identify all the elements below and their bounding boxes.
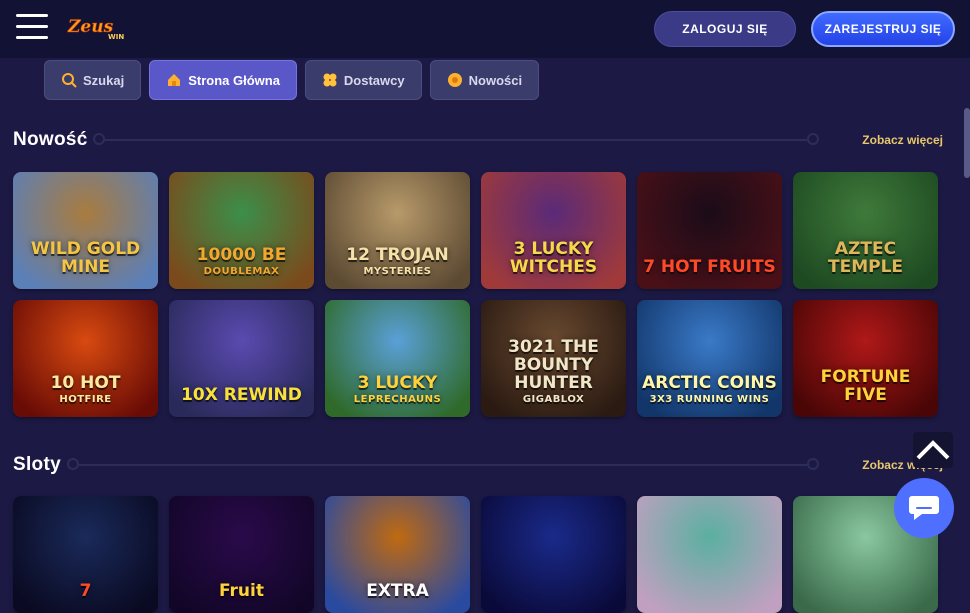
- clover-icon: [323, 73, 337, 87]
- game-subtitle: 3X3 RUNNING WINS: [649, 393, 770, 405]
- chat-button[interactable]: [894, 478, 954, 538]
- game-title: WILD GOLD MINE: [30, 239, 141, 278]
- game-title: 3 LUCKY WITCHES: [509, 239, 598, 278]
- game-title: 10X REWIND: [181, 385, 302, 406]
- game-tile[interactable]: 7 HOT FRUITS: [637, 172, 782, 289]
- section-title: Nowość: [13, 129, 88, 150]
- game-title: ARCTIC COINS 3X3 RUNNING WINS: [642, 372, 777, 405]
- game-subtitle: MYSTERIES: [363, 265, 432, 277]
- see-more-link[interactable]: Zobacz więcej: [862, 133, 943, 147]
- game-tile[interactable]: 10000 BE DOUBLEMAX: [169, 172, 314, 289]
- game-title: AZTEC TEMPLE: [827, 239, 904, 278]
- game-tile[interactable]: [481, 496, 626, 613]
- scrollbar[interactable]: [964, 108, 970, 178]
- section-header-new: Nowość Zobacz więcej: [13, 128, 943, 152]
- tab-label: Strona Główna: [188, 72, 280, 88]
- scroll-to-top-button[interactable]: [913, 432, 953, 468]
- game-tile[interactable]: EXTRA: [325, 496, 470, 613]
- search-icon: [62, 73, 77, 88]
- register-button[interactable]: ZAREJESTRUJ SIĘ: [811, 11, 955, 47]
- home-icon: [168, 74, 181, 86]
- game-tile[interactable]: [637, 496, 782, 613]
- game-title: 7: [79, 581, 92, 602]
- game-tile[interactable]: FORTUNE FIVE: [793, 300, 938, 417]
- zeus-win-logo[interactable]: Zeus WIN: [66, 14, 136, 42]
- game-subtitle: HOTFIRE: [59, 393, 112, 405]
- game-title: FORTUNE FIVE: [820, 367, 911, 406]
- game-title: EXTRA: [366, 581, 429, 602]
- tab-label: Dostawcy: [343, 72, 405, 88]
- game-grid-new: WILD GOLD MINE 10000 BE DOUBLEMAX 12 TROJAN…: [13, 172, 938, 417]
- game-tile[interactable]: 10X REWIND: [169, 300, 314, 417]
- slider-dot: [67, 458, 79, 470]
- game-grid-slots: 7 Fruit EXTRA: [13, 496, 938, 613]
- tab-label: Nowości: [468, 72, 523, 88]
- divider: [105, 139, 807, 141]
- game-tile[interactable]: 10 HOT HOTFIRE: [13, 300, 158, 417]
- category-tabs: Szukaj Strona Główna Dostawcy Nowości: [44, 60, 540, 100]
- game-tile[interactable]: Fruit: [169, 496, 314, 613]
- game-title: 7 HOT FRUITS: [643, 257, 776, 278]
- game-title: 3 LUCKY LEPRECHAUNS: [329, 374, 466, 405]
- tab-providers[interactable]: Dostawcy: [304, 60, 422, 100]
- game-tile[interactable]: ARCTIC COINS 3X3 RUNNING WINS: [637, 300, 782, 417]
- slider-dot: [807, 133, 819, 145]
- game-title: 3021 THE BOUNTY HUNTER GIGABLOX: [485, 338, 622, 405]
- svg-text:WIN: WIN: [108, 33, 124, 41]
- tab-search[interactable]: Szukaj: [44, 60, 142, 100]
- top-header: Zeus WIN ZALOGUJ SIĘ ZAREJESTRUJ SIĘ: [0, 0, 970, 58]
- section-header-slots: Sloty Zobacz więcej: [13, 453, 943, 477]
- tab-home[interactable]: Strona Główna: [149, 60, 297, 100]
- game-title: 10 HOT HOTFIRE: [17, 374, 154, 405]
- game-subtitle: GIGABLOX: [522, 393, 585, 405]
- menu-icon[interactable]: [16, 14, 48, 44]
- game-tile[interactable]: WILD GOLD MINE: [13, 172, 158, 289]
- game-title: 12 TROJAN MYSTERIES: [329, 246, 466, 277]
- chevron-up-icon: [916, 440, 950, 460]
- game-title: 10000 BE DOUBLEMAX: [173, 246, 310, 277]
- game-subtitle: LEPRECHAUNS: [353, 393, 442, 405]
- game-title: Fruit: [219, 581, 264, 602]
- game-tile[interactable]: 12 TROJAN MYSTERIES: [325, 172, 470, 289]
- game-tile[interactable]: 3 LUCKY LEPRECHAUNS: [325, 300, 470, 417]
- divider: [79, 464, 807, 466]
- game-tile[interactable]: 7: [13, 496, 158, 613]
- slider-dot: [807, 458, 819, 470]
- game-tile[interactable]: 3 LUCKY WITCHES: [481, 172, 626, 289]
- game-tile[interactable]: AZTEC TEMPLE: [793, 172, 938, 289]
- tab-new[interactable]: Nowości: [429, 60, 540, 100]
- tab-label: Szukaj: [83, 72, 125, 88]
- section-title: Sloty: [13, 454, 61, 475]
- chat-icon: [909, 496, 939, 520]
- svg-text:Zeus: Zeus: [67, 17, 114, 37]
- game-tile[interactable]: 3021 THE BOUNTY HUNTER GIGABLOX: [481, 300, 626, 417]
- game-subtitle: DOUBLEMAX: [203, 265, 280, 277]
- star-burst-icon: [447, 73, 462, 87]
- login-button[interactable]: ZALOGUJ SIĘ: [654, 11, 796, 47]
- slider-dot: [93, 133, 105, 145]
